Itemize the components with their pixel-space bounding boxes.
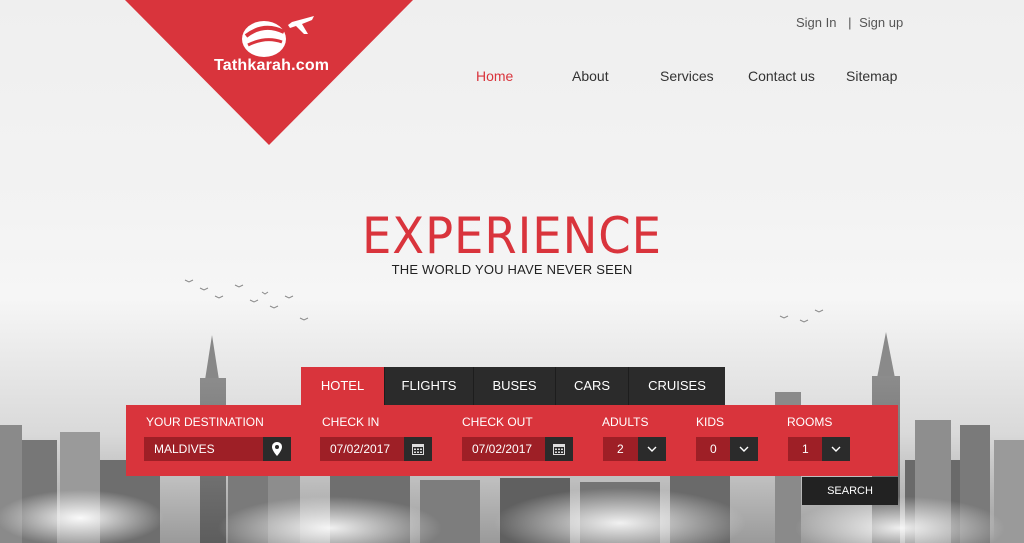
hero-title: EXPERIENCE [361,207,662,265]
chevron-down-icon[interactable] [730,437,758,461]
search-button[interactable]: SEARCH [802,477,898,505]
adults-value: 2 [617,442,624,456]
chevron-down-icon[interactable] [822,437,850,461]
auth-separator: | [848,15,852,30]
tab-cruises[interactable]: CRUISES [629,367,725,405]
check-in-field[interactable]: 07/02/2017 [320,437,432,461]
check-in-value: 07/02/2017 [330,442,391,456]
sign-in-link[interactable]: Sign In [796,15,836,30]
nav-home[interactable]: Home [476,68,513,84]
destination-field[interactable]: MALDIVES [144,437,291,461]
nav-contact-us[interactable]: Contact us [748,68,815,84]
rooms-select[interactable]: 1 [788,437,850,461]
airplane-globe-logo-icon[interactable] [240,12,318,58]
map-pin-icon[interactable] [263,437,291,461]
tab-hotel[interactable]: HOTEL [301,367,385,405]
rooms-label: ROOMS [787,415,833,429]
sign-up-link[interactable]: Sign up [859,15,903,30]
check-out-value: 07/02/2017 [472,442,533,456]
tab-cars[interactable]: CARS [556,367,629,405]
nav-services[interactable]: Services [660,68,714,84]
kids-label: KIDS [696,415,725,429]
search-panel: YOUR DESTINATION MALDIVES CHECK IN 07/02… [126,405,898,476]
kids-value: 0 [710,442,717,456]
tab-buses[interactable]: BUSES [474,367,556,405]
calendar-icon[interactable] [545,437,573,461]
check-out-field[interactable]: 07/02/2017 [462,437,573,461]
rooms-value: 1 [802,442,809,456]
adults-label: ADULTS [602,415,649,429]
booking-tabs: HOTEL FLIGHTS BUSES CARS CRUISES [301,367,725,405]
calendar-icon[interactable] [404,437,432,461]
kids-select[interactable]: 0 [696,437,758,461]
adults-select[interactable]: 2 [603,437,666,461]
chevron-down-icon[interactable] [638,437,666,461]
hero-subtitle: THE WORLD YOU HAVE NEVER SEEN [391,262,633,277]
tab-flights[interactable]: FLIGHTS [385,367,474,405]
destination-value: MALDIVES [154,442,215,456]
destination-label: YOUR DESTINATION [146,415,264,429]
nav-sitemap[interactable]: Sitemap [846,68,897,84]
auth-links: Sign In | Sign up [796,15,903,30]
check-in-label: CHECK IN [322,415,380,429]
main-nav: Home About Services Contact us Sitemap [0,68,1024,86]
check-out-label: CHECK OUT [462,415,533,429]
nav-about[interactable]: About [572,68,609,84]
